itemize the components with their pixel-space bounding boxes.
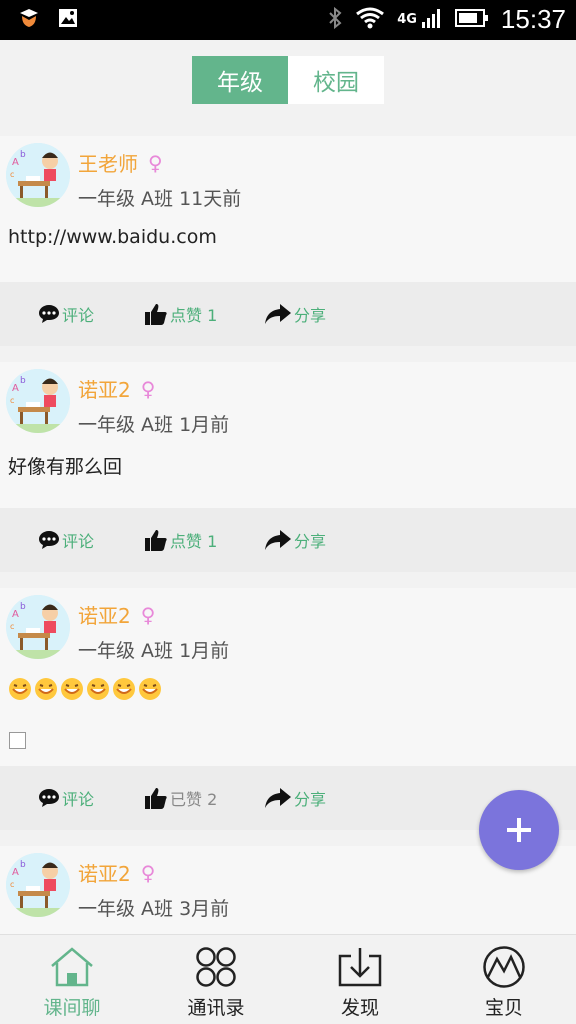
laughing-emoji-icon [8, 677, 32, 701]
emoji-row [8, 677, 162, 701]
like-button[interactable]: 点赞 1 [144, 302, 217, 326]
female-icon: ♀ [148, 150, 163, 175]
share-button[interactable]: 分享 [264, 528, 326, 552]
tab-campus[interactable]: 校园 [288, 56, 384, 104]
share-icon [265, 788, 291, 808]
status-time: 15:37 [500, 4, 566, 34]
post-meta: 一年级 A班 3月前 [78, 898, 230, 920]
post-card: 诺亚2 ♀ 一年级 A班 3月前 [0, 846, 576, 934]
comment-icon [39, 305, 59, 323]
author-name[interactable]: 诺亚2 [78, 858, 131, 887]
image-placeholder[interactable] [9, 732, 26, 749]
thumbs-up-icon [145, 530, 167, 551]
bluetooth-icon [327, 6, 343, 34]
wifi-icon [355, 6, 385, 34]
female-icon: ♀ [140, 602, 156, 627]
like-button[interactable]: 已赞 2 [144, 786, 217, 810]
post-meta: 一年级 A班 11天前 [78, 188, 242, 210]
post-card: 王老师 ♀ 一年级 A班 11天前 http://www.baidu.com [0, 136, 576, 282]
squint-emoji-icon [112, 677, 136, 701]
post-text[interactable]: 好像有那么回 [8, 452, 122, 479]
post-meta: 一年级 A班 1月前 [78, 640, 230, 662]
female-icon: ♀ [140, 376, 156, 401]
home-icon [47, 945, 97, 989]
comment-icon [39, 531, 59, 549]
network-type: 4G [397, 12, 417, 27]
plus-icon [507, 818, 531, 842]
nav-item-chat[interactable]: 课间聊 [0, 935, 144, 1024]
crying-emoji-icon [138, 677, 162, 701]
comment-label: 评论 [62, 306, 95, 325]
comment-button[interactable]: 评论 [38, 786, 94, 810]
comment-button[interactable]: 评论 [38, 302, 94, 326]
author-name[interactable]: 诺亚2 [78, 374, 131, 403]
thumbs-up-icon [145, 304, 167, 325]
post-card: 诺亚2 ♀ 一年级 A班 1月前 好像有那么回 [0, 362, 576, 508]
nav-label: 通讯录 [187, 997, 245, 1019]
avatar[interactable] [6, 853, 70, 917]
like-button[interactable]: 点赞 1 [144, 528, 217, 552]
post-meta: 一年级 A班 1月前 [78, 414, 230, 436]
nav-label: 课间聊 [43, 997, 101, 1019]
share-button[interactable]: 分享 [264, 786, 326, 810]
share-button[interactable]: 分享 [264, 302, 326, 326]
nav-item-contacts[interactable]: 通讯录 [144, 935, 288, 1024]
liked-label: 已赞 2 [170, 790, 218, 809]
share-label: 分享 [294, 532, 327, 551]
nav-item-baby[interactable]: 宝贝 [432, 935, 576, 1024]
nav-label: 宝贝 [484, 997, 523, 1019]
share-icon [265, 304, 291, 324]
avatar[interactable] [6, 595, 70, 659]
avatar[interactable] [6, 369, 70, 433]
smile-emoji-icon [86, 677, 110, 701]
signal-icon [421, 6, 443, 34]
nav-item-discover[interactable]: 发现 [288, 935, 432, 1024]
baby-icon [479, 945, 529, 989]
download-icon [335, 945, 385, 989]
status-bar: 4G 15:37 [0, 0, 576, 40]
author-name[interactable]: 诺亚2 [78, 600, 131, 629]
post-actions: 评论 点赞 1 分享 [0, 508, 576, 572]
tab-grade[interactable]: 年级 [192, 56, 288, 104]
comment-label: 评论 [62, 532, 95, 551]
share-label: 分享 [294, 306, 327, 325]
share-icon [265, 530, 291, 550]
bottom-nav: 课间聊 通讯录 发现 宝贝 [0, 934, 576, 1024]
female-icon: ♀ [140, 860, 156, 885]
feed-tabs: 年级 校园 [192, 56, 384, 104]
gallery-notification-icon [58, 8, 78, 32]
post-text[interactable]: http://www.baidu.com [8, 226, 217, 248]
app-notification-icon [18, 7, 40, 33]
like-label: 点赞 1 [170, 532, 218, 551]
post-actions: 评论 点赞 1 分享 [0, 282, 576, 346]
add-post-button[interactable] [479, 790, 559, 870]
contacts-icon [191, 945, 241, 989]
comment-label: 评论 [62, 790, 95, 809]
grin-emoji-icon [60, 677, 84, 701]
comment-icon [39, 789, 59, 807]
grin-emoji-icon [34, 677, 58, 701]
comment-button[interactable]: 评论 [38, 528, 94, 552]
author-name[interactable]: 王老师 [78, 148, 138, 177]
avatar[interactable] [6, 143, 70, 207]
nav-label: 发现 [340, 997, 379, 1019]
battery-icon [454, 8, 489, 32]
like-label: 点赞 1 [170, 306, 218, 325]
post-card: 诺亚2 ♀ 一年级 A班 1月前 [0, 588, 576, 766]
thumbs-up-icon [145, 788, 167, 809]
share-label: 分享 [294, 790, 327, 809]
